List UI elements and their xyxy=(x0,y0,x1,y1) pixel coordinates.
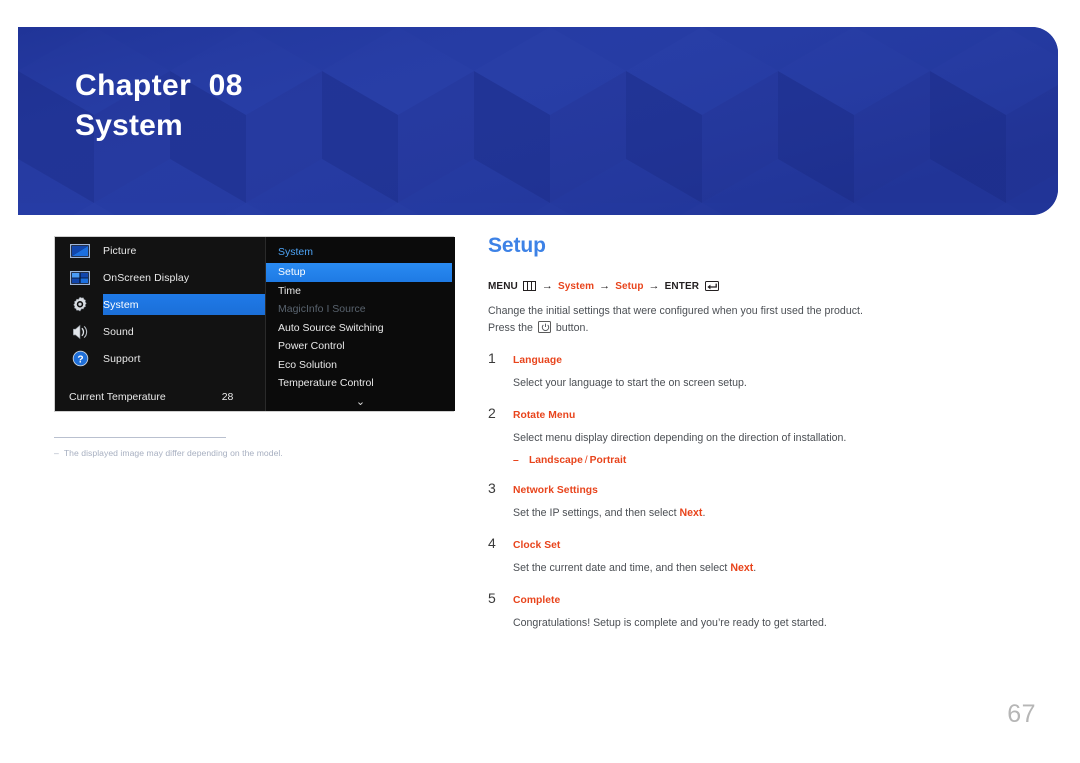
chevron-down-icon[interactable]: ⌄ xyxy=(266,395,455,408)
osd-category-onscreen-display[interactable]: OnScreen Display xyxy=(55,264,265,291)
footnote-text: The displayed image may differ depending… xyxy=(63,448,283,458)
breadcrumb: MENU → System → Setup → ENTER xyxy=(488,280,1028,292)
breadcrumb-arrow-3: → xyxy=(648,280,660,292)
chapter-label: Chapter 08 xyxy=(75,69,243,102)
step-title: Language xyxy=(513,355,563,366)
osd-category-support[interactable]: ? Support xyxy=(55,345,265,372)
temperature-value: 28 xyxy=(221,391,234,403)
question-mark-icon: ? xyxy=(69,350,91,367)
step-desc-pre: Select menu display direction depending … xyxy=(513,432,847,444)
step-desc-post: . xyxy=(753,562,757,574)
breadcrumb-arrow-1: → xyxy=(541,280,553,292)
footnote-divider xyxy=(54,437,226,438)
speaker-icon xyxy=(69,323,91,340)
gear-icon xyxy=(69,296,91,313)
step-description-1: Select your language to start the on scr… xyxy=(513,375,1028,391)
intro-pre-text: Press the xyxy=(488,321,533,334)
breadcrumb-enter-label: ENTER xyxy=(664,280,700,292)
svg-text:?: ? xyxy=(77,354,83,365)
manual-page: Chapter 08 System Picture OnScreen Displ… xyxy=(0,0,1080,763)
picture-icon xyxy=(69,242,91,259)
intro-paragraph: Change the initial settings that were co… xyxy=(488,303,1028,336)
osd-category-label: OnScreen Display xyxy=(103,271,190,284)
step-number: 3 xyxy=(488,480,496,496)
step-header-1: 1 Language xyxy=(488,350,1028,366)
osd-category-picture[interactable]: Picture xyxy=(55,237,265,264)
osd-submenu-time[interactable]: Time xyxy=(266,282,455,301)
option-landscape: Landscape xyxy=(529,455,583,466)
osd-category-label: System xyxy=(103,298,139,311)
setup-steps-list: 1 Language Select your language to start… xyxy=(488,350,1028,631)
osd-current-temperature: Current Temperature 28 xyxy=(55,391,265,403)
chapter-heading: Chapter 08 System xyxy=(75,67,243,147)
osd-submenu-temperature-control[interactable]: Temperature Control xyxy=(266,374,455,393)
osd-menu-screenshot: Picture OnScreen Display System Sound ? … xyxy=(54,236,455,412)
intro-post-text: button. xyxy=(555,321,589,334)
content-column: Setup MENU → System → Setup → ENTER Chan… xyxy=(488,234,1028,645)
chapter-banner: Chapter 08 System xyxy=(18,27,1058,215)
onscreen-display-icon xyxy=(69,269,91,286)
menu-bars-icon xyxy=(522,281,536,291)
osd-category-label: Picture xyxy=(103,244,137,257)
breadcrumb-crumb-system: System xyxy=(557,280,595,292)
step-desc-highlight: Next xyxy=(679,507,703,519)
osd-category-list: Picture OnScreen Display System Sound ? … xyxy=(55,237,327,411)
option-portrait: Portrait xyxy=(589,455,627,466)
page-number: 67 xyxy=(1007,700,1036,728)
step-description-5: Congratulations! Setup is complete and y… xyxy=(513,615,1028,631)
osd-category-sound[interactable]: Sound xyxy=(55,318,265,345)
step-title: Network Settings xyxy=(513,485,598,496)
page-title: Setup xyxy=(488,234,546,257)
step-header-4: 4 Clock Set xyxy=(488,535,1028,551)
rotate-menu-options: – Landscape / Portrait xyxy=(513,455,1028,466)
step-title: Complete xyxy=(513,595,561,606)
step-number: 4 xyxy=(488,535,496,551)
osd-panel-title: System xyxy=(278,246,314,258)
step-number: 1 xyxy=(488,350,496,366)
intro-line-1: Change the initial settings that were co… xyxy=(488,305,863,317)
intro-line-2: Press the button. xyxy=(488,320,1028,337)
step-desc-post: . xyxy=(702,507,706,519)
chapter-title: System xyxy=(75,109,183,142)
step-desc-pre: Set the current date and time, and then … xyxy=(513,562,731,574)
option-separator: / xyxy=(584,455,588,466)
breadcrumb-crumb-setup: Setup xyxy=(615,280,644,292)
step-description-2: Select menu display direction depending … xyxy=(513,430,1028,446)
osd-category-system[interactable]: System xyxy=(55,291,327,318)
step-description-4: Set the current date and time, and then … xyxy=(513,560,1028,576)
osd-submenu-panel: System Setup Time MagicInfo I Source Aut… xyxy=(265,237,455,411)
breadcrumb-arrow-2: → xyxy=(599,280,611,292)
osd-submenu-magicinfo-source: MagicInfo I Source xyxy=(278,303,366,316)
breadcrumb-menu-label: MENU xyxy=(488,280,518,292)
step-title: Clock Set xyxy=(513,540,561,551)
step-desc-pre: Set the IP settings, and then select xyxy=(513,507,680,519)
osd-category-label: Sound xyxy=(103,325,134,338)
step-desc-highlight: Next xyxy=(730,562,754,574)
footnote-dash: ‒ xyxy=(54,448,59,458)
osd-category-label: Support xyxy=(103,352,141,365)
step-number: 2 xyxy=(488,405,496,421)
osd-submenu-eco-solution[interactable]: Eco Solution xyxy=(266,356,455,375)
temperature-label: Current Temperature xyxy=(69,391,166,403)
enter-arrow-icon xyxy=(705,281,720,291)
power-button-icon xyxy=(537,320,551,333)
osd-submenu-power-control[interactable]: Power Control xyxy=(266,337,455,356)
osd-submenu-setup[interactable]: Setup xyxy=(266,263,452,282)
step-title: Rotate Menu xyxy=(513,410,576,421)
step-header-3: 3 Network Settings xyxy=(488,480,1028,496)
step-number: 5 xyxy=(488,590,496,606)
bullet-dash-icon: – xyxy=(513,455,519,466)
figure-footnote: ‒ The displayed image may differ dependin… xyxy=(54,448,384,458)
step-desc-pre: Congratulations! Setup is complete and y… xyxy=(513,617,827,629)
step-description-3: Set the IP settings, and then select Nex… xyxy=(513,505,1028,521)
step-header-5: 5 Complete xyxy=(488,590,1028,606)
step-header-2: 2 Rotate Menu xyxy=(488,405,1028,421)
step-desc-pre: Select your language to start the on scr… xyxy=(513,377,747,389)
osd-submenu-auto-source-switching[interactable]: Auto Source Switching xyxy=(266,319,455,338)
